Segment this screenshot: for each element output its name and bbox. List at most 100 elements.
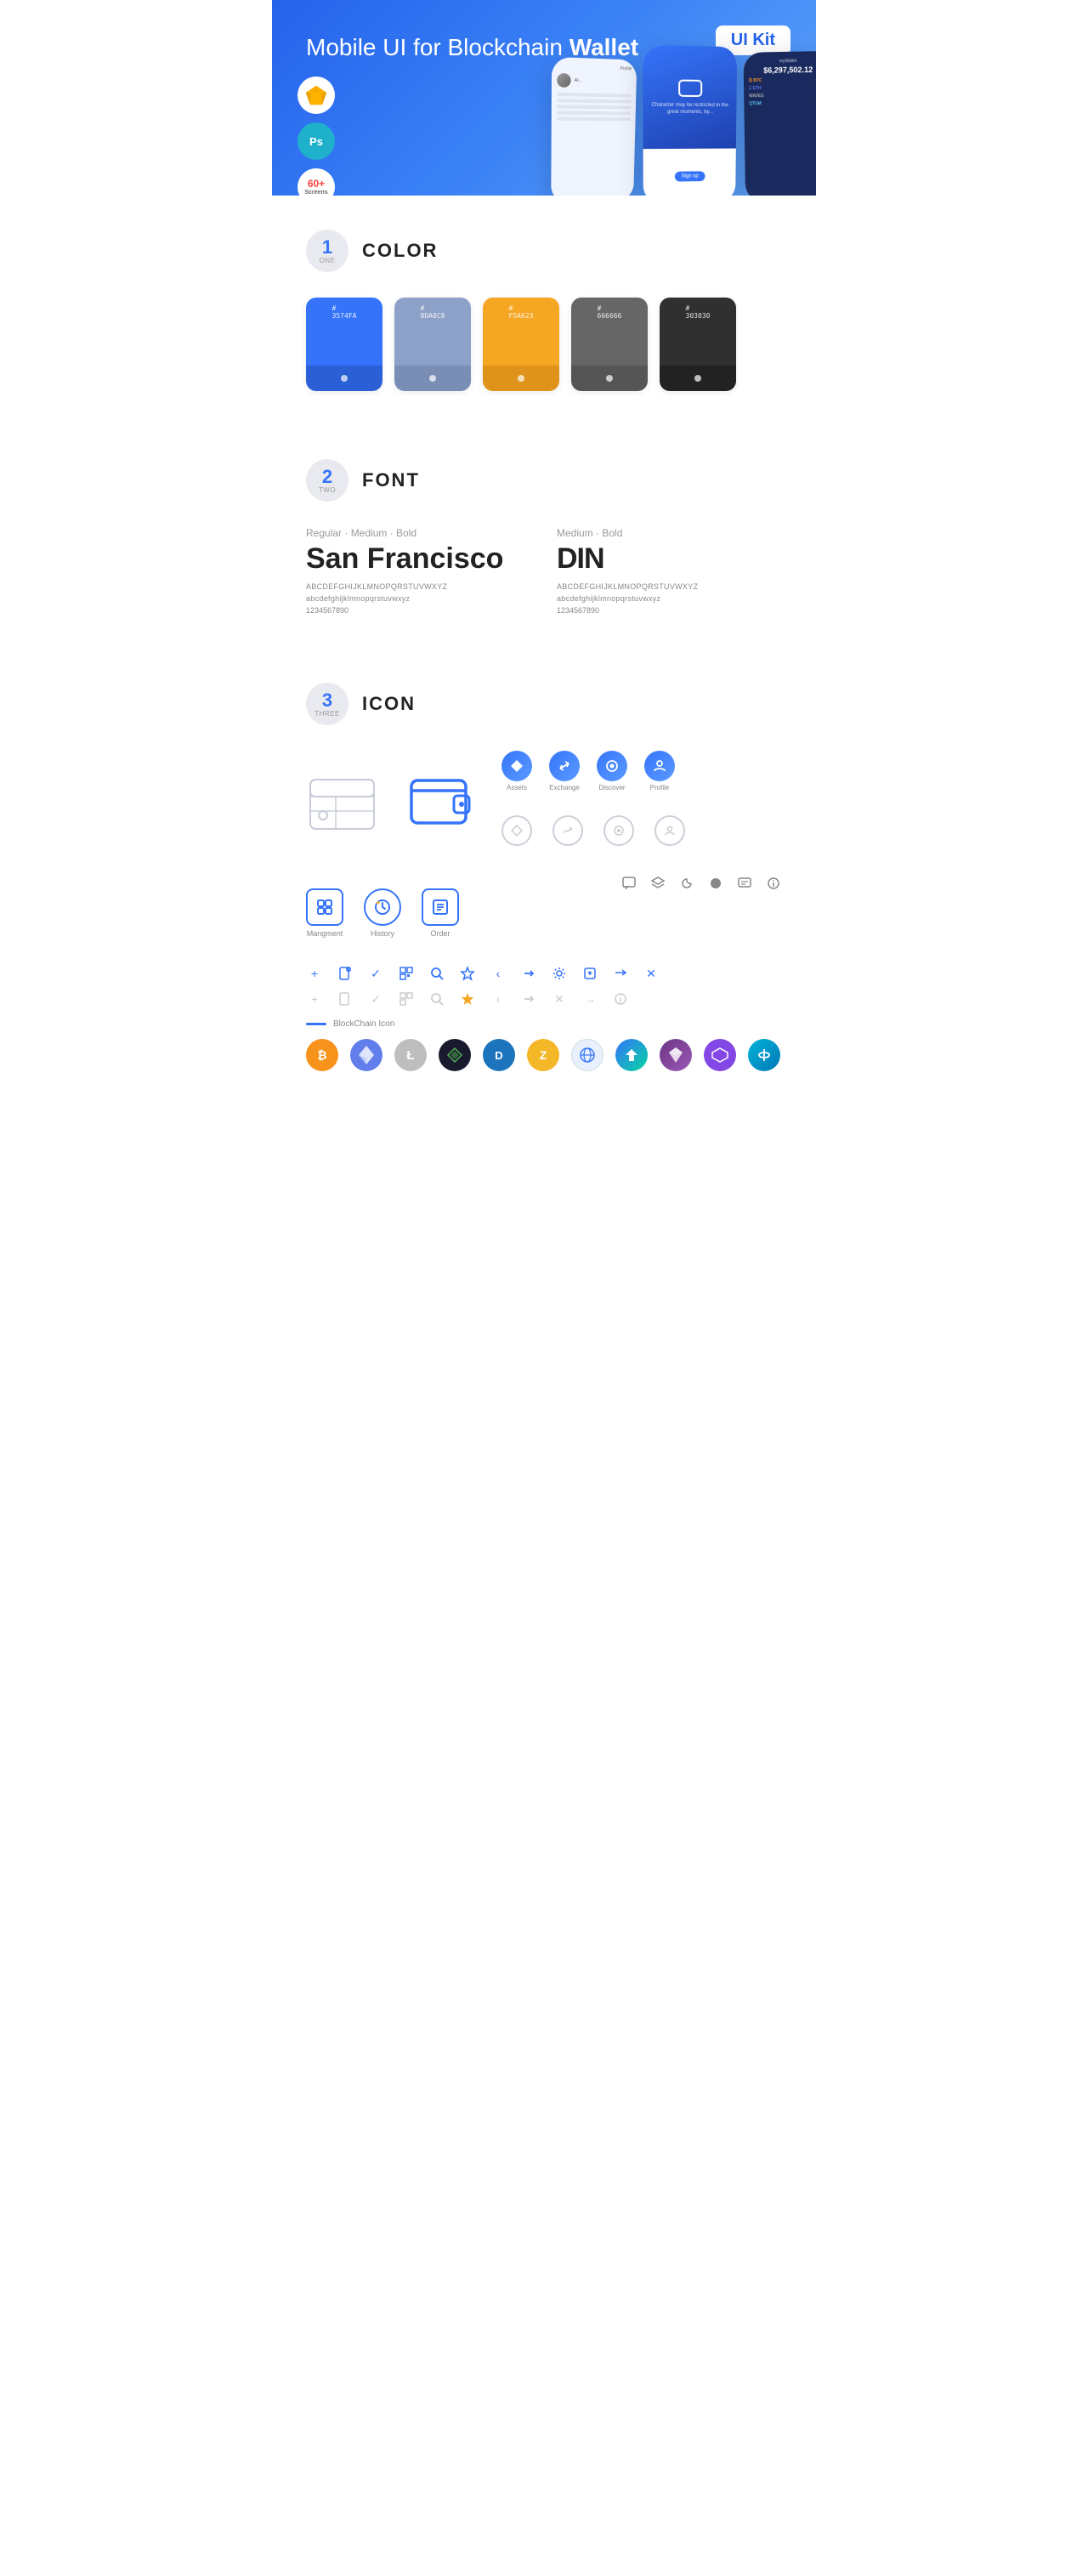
qr-ghost-icon	[398, 990, 415, 1007]
nav-assets: Assets	[502, 751, 532, 792]
exchange-ghost-icon	[552, 815, 583, 846]
profile-icon	[644, 751, 675, 781]
phone-mockups: Profile AI... Character may be restricte…	[552, 47, 816, 196]
network-icon	[571, 1039, 604, 1071]
history-icon	[364, 888, 401, 926]
share-ghost-icon	[520, 990, 537, 1007]
circle-fill-icon	[707, 875, 724, 892]
mgmt-row: Mangment History Order	[306, 875, 782, 951]
utility-icons-ghost: + ✓ ‹ ✕ →	[306, 990, 782, 1007]
color-title: COLOR	[362, 240, 438, 262]
history-item: History	[364, 888, 401, 938]
diamond-icon	[660, 1039, 692, 1071]
font-sf-weight: Regular · Medium · Bold	[306, 527, 531, 539]
info-icon	[765, 875, 782, 892]
nav-icons-area: Assets Exchange Discover	[502, 751, 685, 854]
settings-icon	[551, 965, 568, 982]
zcash-icon: Z	[527, 1039, 559, 1071]
wallet-wireframe-icon	[306, 764, 382, 841]
wallet-wireframe-container	[306, 764, 382, 841]
font-din-numbers: 1234567890	[557, 606, 782, 615]
color-swatch-gray: #666666	[571, 298, 648, 391]
comment-icon	[736, 875, 753, 892]
dark-crypto-icon	[439, 1039, 471, 1071]
nav-discover: Discover	[597, 751, 627, 792]
bitcoin-icon: ₿	[306, 1039, 338, 1071]
exchange-label: Exchange	[549, 784, 580, 792]
wallet-icons-row: Assets Exchange Discover	[306, 751, 782, 854]
utility-icons-blue: + ✓ ‹ ✕	[306, 965, 782, 982]
assets-label: Assets	[507, 784, 527, 792]
wallet-colored-icon	[408, 767, 476, 839]
nano-icon	[748, 1039, 780, 1071]
icon-section: 3 THREE ICON	[272, 649, 816, 1105]
assets-icon	[502, 751, 532, 781]
nav-icons-colored-row: Assets Exchange Discover	[502, 751, 685, 792]
font-din-name: DIN	[557, 542, 782, 576]
dash-icon: D	[483, 1039, 515, 1071]
font-din-weight: Medium · Bold	[557, 527, 782, 539]
icon-number-badge: 3 THREE	[306, 683, 348, 725]
color-number-badge: 1 ONE	[306, 230, 348, 272]
color-section: 1 ONE COLOR #3574FA #8DA0C8 #F5A623 #666…	[272, 196, 816, 425]
blockchain-text: BlockChain Icon	[333, 1019, 394, 1029]
crypto-icons-row: ₿ Ł D Z	[306, 1039, 782, 1071]
nav-icons-ghost-row	[502, 815, 685, 846]
edit-doc-icon	[337, 965, 354, 982]
check-icon: ✓	[367, 965, 384, 982]
search-icon	[428, 965, 445, 982]
swap-icon	[612, 965, 629, 982]
mgmt-icons: Mangment History Order	[306, 888, 459, 938]
discover-ghost-icon	[604, 815, 634, 846]
layers-icon	[649, 875, 666, 892]
x-ghost-icon: ✕	[551, 990, 568, 1007]
star-icon	[459, 965, 476, 982]
font-grid: Regular · Medium · Bold San Francisco AB…	[306, 527, 782, 615]
chevron-left-ghost-icon: ‹	[490, 990, 507, 1007]
font-sf-numbers: 1234567890	[306, 606, 531, 615]
text-icons-right	[620, 875, 782, 892]
font-sf-lowercase: abcdefghijklmnopqrstuvwxyz	[306, 594, 531, 603]
check-ghost-icon: ✓	[367, 990, 384, 1007]
star-filled-icon	[459, 990, 476, 1007]
edit-doc-ghost-icon	[337, 990, 354, 1007]
font-sf-uppercase: ABCDEFGHIJKLMNOPQRSTUVWXYZ	[306, 582, 531, 591]
phone-middle: Character may be restricted in the great…	[643, 45, 737, 196]
profile-label: Profile	[650, 784, 670, 792]
discover-label: Discover	[598, 784, 625, 792]
mgmt-item: Mangment	[306, 888, 343, 938]
assets-ghost-icon	[502, 815, 532, 846]
nav-exchange: Exchange	[549, 751, 580, 792]
icon-section-header: 3 THREE ICON	[306, 683, 782, 725]
color-swatch-dark: #303030	[660, 298, 736, 391]
order-icon	[422, 888, 459, 926]
qr-icon	[398, 965, 415, 982]
font-section: 2 TWO FONT Regular · Medium · Bold San F…	[272, 425, 816, 649]
wallet-icon-svg	[408, 767, 476, 835]
font-din-lowercase: abcdefghijklmnopqrstuvwxyz	[557, 594, 782, 603]
chat-icon	[620, 875, 638, 892]
ps-badge: Ps	[298, 122, 335, 160]
blockchain-label: BlockChain Icon	[306, 1019, 782, 1029]
crescent-icon	[678, 875, 695, 892]
font-sf-name: San Francisco	[306, 542, 531, 576]
hero-section: Mobile UI for Blockchain Wallet UI Kit P…	[272, 0, 816, 196]
search-ghost-icon	[428, 990, 445, 1007]
discover-icon	[597, 751, 627, 781]
upload-icon	[581, 965, 598, 982]
color-swatch-orange: #F5A623	[483, 298, 559, 391]
polygon-icon	[704, 1039, 736, 1071]
mgmt-label: Mangment	[307, 929, 343, 938]
plus-icon: +	[306, 965, 323, 982]
order-label: Order	[430, 929, 450, 938]
ethereum-icon	[350, 1039, 382, 1071]
color-swatches: #3574FA #8DA0C8 #F5A623 #666666 #303030	[306, 298, 782, 391]
steem-icon	[615, 1039, 648, 1071]
ps-label: Ps	[309, 135, 323, 148]
close-icon: ✕	[643, 965, 660, 982]
blockchain-line	[306, 1023, 326, 1025]
history-label: History	[371, 929, 394, 938]
phone-left: Profile AI...	[551, 57, 637, 196]
sketch-icon	[304, 84, 328, 106]
chevron-left-icon: ‹	[490, 965, 507, 982]
